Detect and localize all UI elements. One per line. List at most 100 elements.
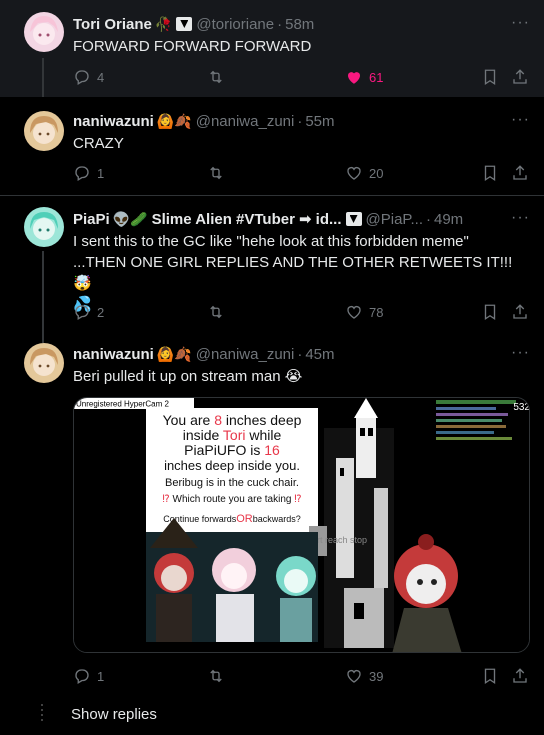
avatar-naniwazuni[interactable]: [24, 343, 64, 383]
heart-icon: [347, 306, 361, 319]
like-button[interactable]: 78: [345, 303, 383, 321]
retweet-icon: [210, 70, 222, 84]
avatar-naniwazuni[interactable]: [24, 111, 64, 151]
share-button[interactable]: [511, 164, 529, 182]
display-name-suffix[interactable]: Slime Alien #VTuber: [152, 211, 295, 228]
separator-dot: ·: [297, 345, 303, 363]
meme-line-3: PiaPiUFO is 16: [184, 442, 280, 458]
like-count: 61: [369, 69, 384, 85]
share-icon: [513, 165, 527, 180]
like-button[interactable]: 61: [345, 68, 383, 86]
tweet-4[interactable]: naniwazuni 🙆🍂 @naniwa_zuni · 45m ··· Ber…: [0, 335, 544, 695]
share-button[interactable]: [511, 68, 529, 86]
more-icon[interactable]: ···: [511, 344, 530, 362]
action-bar: 1 20: [73, 164, 533, 184]
action-bar: 1 39: [73, 667, 533, 687]
timestamp[interactable]: 49m: [434, 211, 463, 228]
more-icon[interactable]: ···: [511, 209, 530, 227]
reply-button[interactable]: 4: [73, 68, 104, 86]
display-name[interactable]: PiaPi: [73, 211, 110, 228]
tweet-1[interactable]: Tori Oriane 🥀 @torioriane · 58m ··· FORW…: [0, 0, 544, 97]
tweet-text: Beri pulled it up on stream man 😭: [73, 368, 303, 385]
retweet-button[interactable]: [207, 303, 225, 321]
avatar-tori[interactable]: [24, 12, 64, 52]
meme-line-2: inside Tori while: [183, 427, 282, 443]
retweet-button[interactable]: [207, 68, 225, 86]
like-count: 39: [369, 668, 384, 684]
verified-icon: [345, 212, 362, 226]
bookmark-icon: [484, 69, 496, 86]
display-name[interactable]: naniwazuni: [73, 346, 154, 363]
more-icon[interactable]: ···: [511, 111, 530, 129]
reply-icon: [75, 305, 89, 320]
tweet-text-line: ...THEN ONE GIRL REPLIES AND THE OTHER R…: [73, 254, 513, 292]
thread-line: [42, 251, 44, 335]
retweet-icon: [210, 669, 222, 683]
handle[interactable]: @naniwa_zuni: [196, 346, 295, 363]
share-button[interactable]: [511, 303, 529, 321]
tweet-text: CRAZY: [73, 135, 124, 152]
show-replies-link[interactable]: Show replies: [71, 706, 157, 723]
bookmark-icon: [484, 165, 496, 182]
name-emoji: 🙆🍂: [156, 345, 192, 362]
stream-screenshot: Unregistered HyperCam 2 You are 8 inches…: [74, 398, 530, 652]
tweet-2[interactable]: naniwazuni 🙆🍂 @naniwa_zuni · 55m ··· CRA…: [0, 97, 544, 195]
share-icon: [513, 69, 527, 84]
bookmark-button[interactable]: [481, 303, 499, 321]
reply-button[interactable]: 1: [73, 667, 104, 685]
more-icon[interactable]: ···: [511, 14, 530, 32]
handle[interactable]: @naniwa_zuni: [196, 113, 295, 130]
verified-icon: [176, 17, 193, 31]
like-button[interactable]: 20: [345, 164, 383, 182]
separator-dot: ·: [277, 15, 283, 33]
meme-line-4: inches deep inside you.: [164, 458, 300, 473]
thread-line: [42, 58, 44, 97]
display-name[interactable]: naniwazuni: [73, 113, 154, 130]
heart-icon: [347, 167, 361, 180]
reply-count: 4: [97, 69, 105, 85]
separator-dot: ·: [426, 210, 431, 228]
tweet-header: Tori Oriane 🥀 @torioriane · 58m: [73, 14, 314, 34]
meme-line-7: Continue forwardsORbackwards?: [163, 513, 301, 525]
media-image[interactable]: Unregistered HyperCam 2 You are 8 inches…: [73, 397, 530, 653]
tweet-header: PiaPi 👽🥒 Slime Alien #VTuber ➡ id... @Pi…: [73, 209, 463, 229]
tweet-3[interactable]: PiaPi 👽🥒 Slime Alien #VTuber ➡ id... @Pi…: [0, 195, 544, 335]
retweet-button[interactable]: [207, 164, 225, 182]
share-icon: [513, 304, 527, 319]
retweet-icon: [210, 305, 222, 319]
avatar-piapi[interactable]: [24, 207, 64, 247]
reply-count: 1: [97, 668, 105, 684]
reply-icon: [75, 166, 89, 181]
thread-dots: [41, 704, 44, 724]
share-button[interactable]: [511, 667, 529, 685]
name-emoji: 🙆🍂: [156, 112, 192, 129]
viewer-count: 532: [513, 402, 530, 413]
timestamp[interactable]: 58m: [285, 16, 314, 33]
timestamp[interactable]: 55m: [305, 113, 334, 130]
reply-button[interactable]: 2: [73, 303, 104, 321]
watermark-text: Unregistered HyperCam 2: [76, 400, 169, 409]
tweet-text: FORWARD FORWARD FORWARD: [73, 38, 312, 55]
retweet-icon: [210, 166, 222, 180]
bookmark-button[interactable]: [481, 667, 499, 685]
bookmark-button[interactable]: [481, 164, 499, 182]
display-name-tail[interactable]: ➡ id...: [299, 210, 342, 228]
handle[interactable]: @torioriane: [196, 16, 274, 33]
handle[interactable]: @PiaP...: [366, 211, 423, 228]
reply-button[interactable]: 1: [73, 164, 104, 182]
meme-line-6: ⁉ Which route you are taking ⁉: [162, 494, 301, 505]
like-button[interactable]: 39: [345, 667, 383, 685]
like-count: 20: [369, 165, 384, 181]
heart-icon: [348, 72, 360, 84]
bookmark-button[interactable]: [481, 68, 499, 86]
bookmark-icon: [484, 668, 496, 685]
tweet-header: naniwazuni 🙆🍂 @naniwa_zuni · 45m: [73, 344, 335, 364]
share-icon: [513, 668, 527, 683]
name-emoji: 🥀: [154, 15, 173, 32]
action-bar: 4 61: [73, 68, 533, 88]
display-name[interactable]: Tori Oriane: [73, 16, 152, 33]
retweet-button[interactable]: [207, 667, 225, 685]
thread-line: [42, 335, 44, 343]
reply-icon: [75, 70, 89, 85]
timestamp[interactable]: 45m: [305, 346, 334, 363]
